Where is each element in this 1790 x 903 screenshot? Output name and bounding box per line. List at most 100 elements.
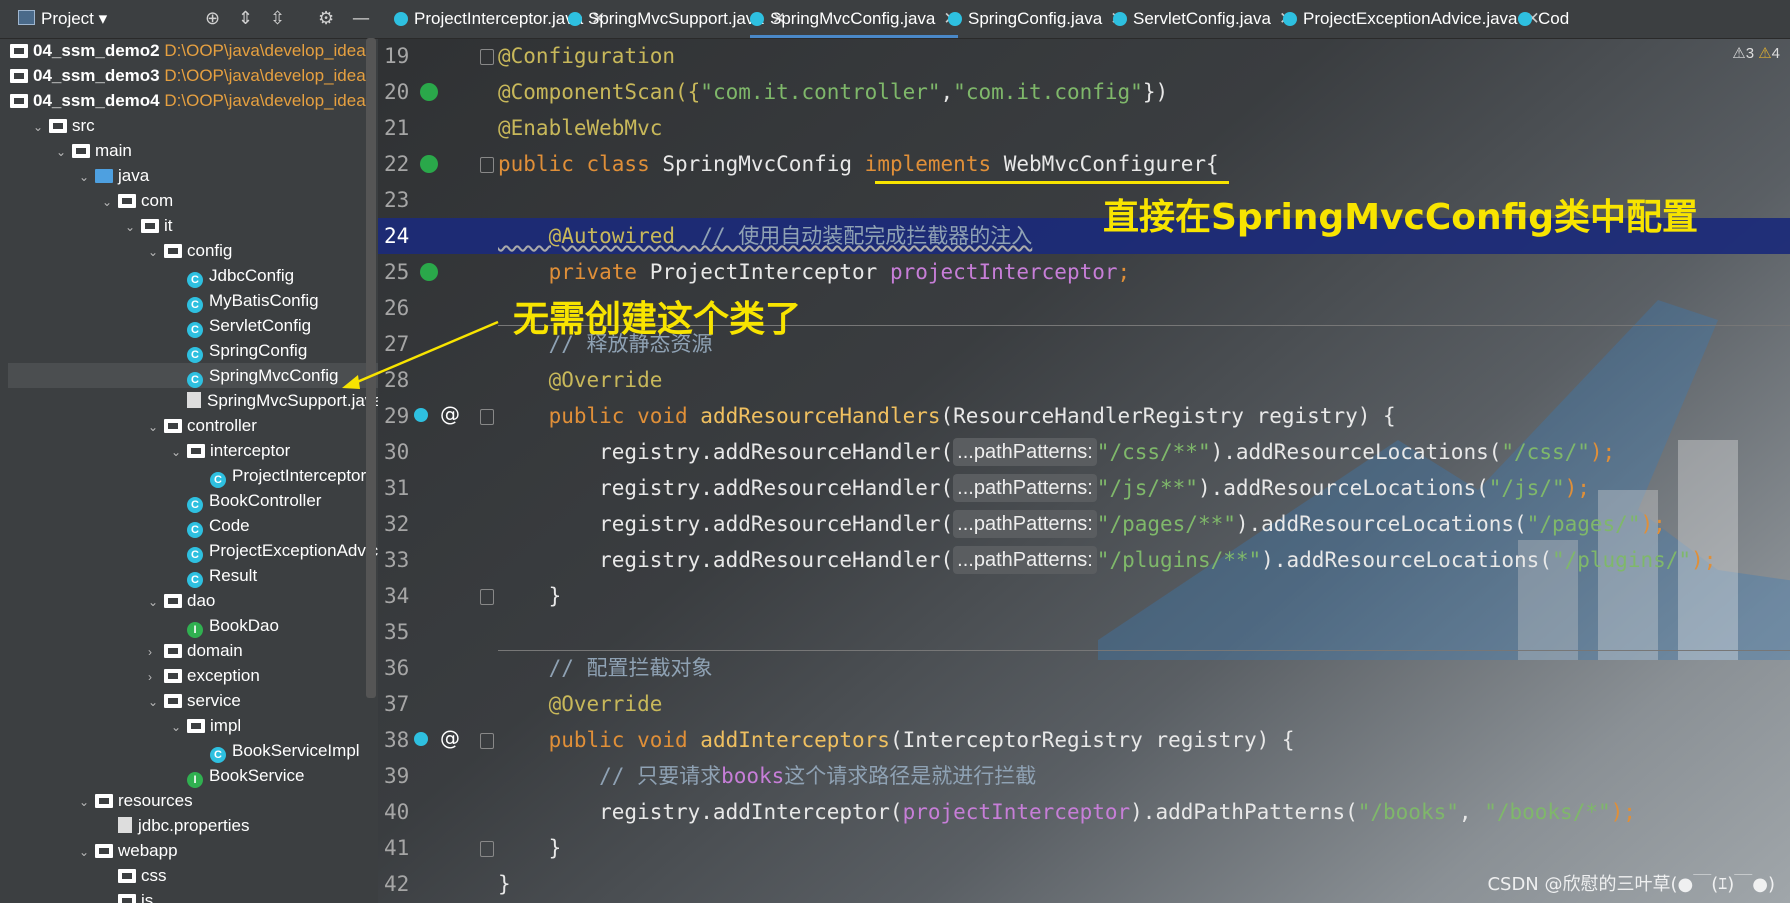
- tab-servletconfig-java[interactable]: ServletConfig.java✕: [1113, 0, 1293, 38]
- chevron-icon[interactable]: ⌄: [148, 415, 164, 440]
- chevron-icon[interactable]: ⌄: [56, 140, 72, 165]
- chevron-icon[interactable]: ⌄: [171, 440, 187, 465]
- fold-marker-icon[interactable]: [480, 589, 494, 605]
- code-editor[interactable]: ProjectInterceptor.java ✕ SpringMvcSupport…: [378, 0, 1790, 903]
- tree-item-controller[interactable]: ⌄ controller: [148, 413, 257, 438]
- tree-item-springmvcconfig[interactable]: C SpringMvcConfig: [8, 363, 378, 388]
- code-line-28[interactable]: @Override: [498, 362, 663, 398]
- tree-item-it[interactable]: ⌄ it: [125, 213, 173, 238]
- tree-item-bookcontroller[interactable]: C BookController: [171, 488, 321, 513]
- tree-item-impl[interactable]: ⌄ impl: [171, 713, 241, 738]
- tab-cod[interactable]: Cod: [1518, 0, 1569, 38]
- tree-item-04-ssm-demo4[interactable]: 04_ssm_demo4 D:\OOP\java\develop_idea: [10, 88, 366, 113]
- code-line-19[interactable]: @Configuration: [498, 38, 675, 74]
- tree-item-java[interactable]: ⌄ java: [79, 163, 149, 188]
- tree-item-src[interactable]: ⌄ src: [33, 113, 95, 138]
- chevron-icon[interactable]: ⌄: [171, 715, 187, 740]
- code-line-41[interactable]: }: [498, 830, 562, 866]
- tree-item-com[interactable]: ⌄ com: [102, 188, 173, 213]
- code-line-40[interactable]: registry.addInterceptor(projectIntercept…: [498, 794, 1636, 830]
- chevron-icon[interactable]: ⌄: [148, 240, 164, 265]
- chevron-icon[interactable]: ⌄: [79, 165, 95, 190]
- expand-all-icon[interactable]: ⇕: [238, 8, 253, 29]
- code-line-30[interactable]: registry.addResourceHandler(...pathPatte…: [498, 434, 1615, 470]
- tree-item-springconfig[interactable]: C SpringConfig: [171, 338, 307, 363]
- tree-item-main[interactable]: ⌄ main: [56, 138, 132, 163]
- collapse-all-icon[interactable]: ⇳: [270, 8, 285, 29]
- tree-item-code[interactable]: C Code: [171, 513, 250, 538]
- tree-item-exception[interactable]: › exception: [148, 663, 260, 688]
- chevron-icon[interactable]: ⌄: [148, 690, 164, 715]
- code-line-39[interactable]: // 只要请求books这个请求路径是就进行拦截: [498, 758, 1036, 794]
- override-icon[interactable]: [414, 408, 428, 422]
- code-line-42[interactable]: }: [498, 866, 511, 902]
- minimize-icon[interactable]: —: [352, 8, 370, 29]
- fold-marker-icon[interactable]: [480, 49, 494, 65]
- code-line-24[interactable]: @Autowired // 使用自动装配完成拦截器的注入: [498, 218, 1033, 254]
- tree-item-servletconfig[interactable]: C ServletConfig: [171, 313, 311, 338]
- chevron-icon[interactable]: ⌄: [125, 215, 141, 240]
- tree-item-label: SpringMvcSupport.java: [207, 391, 378, 410]
- tree-item-springmvcsupport-java[interactable]: SpringMvcSupport.java: [171, 388, 378, 413]
- code-line-21[interactable]: @EnableWebMvc: [498, 110, 662, 146]
- scrollbar[interactable]: [366, 38, 376, 698]
- annotation-icon[interactable]: @: [440, 726, 460, 750]
- code-line-37[interactable]: @Override: [498, 686, 663, 722]
- fold-marker-icon[interactable]: [480, 157, 494, 173]
- tab-springconfig-java[interactable]: SpringConfig.java✕: [948, 0, 1124, 38]
- tree-item-projectexceptionadvice[interactable]: C ProjectExceptionAdvice: [171, 538, 378, 563]
- tree-item-jdbcconfig[interactable]: C JdbcConfig: [171, 263, 294, 288]
- project-view-selector[interactable]: Project ▾: [18, 9, 107, 29]
- code-line-20[interactable]: @ComponentScan({"com.it.controller","com…: [498, 74, 1168, 110]
- tab-springmvcconfig-java[interactable]: SpringMvcConfig.java✕: [750, 0, 958, 38]
- chevron-icon[interactable]: ⌄: [79, 840, 95, 865]
- chevron-icon[interactable]: ›: [148, 665, 164, 690]
- annotation-icon[interactable]: @: [440, 402, 460, 426]
- code-line-38[interactable]: public void addInterceptors(InterceptorR…: [498, 722, 1295, 758]
- inspection-widget[interactable]: ⚠3 ⚠4: [1732, 44, 1780, 62]
- chevron-icon[interactable]: ⌄: [33, 115, 49, 140]
- code-line-32[interactable]: registry.addResourceHandler(...pathPatte…: [498, 506, 1666, 542]
- tree-item-bookservice[interactable]: I BookService: [171, 763, 304, 788]
- tree-item-projectinterceptor[interactable]: C ProjectInterceptor: [194, 463, 366, 488]
- code-line-25[interactable]: private ProjectInterceptor projectInterc…: [498, 254, 1131, 290]
- bean-icon[interactable]: [420, 263, 438, 281]
- chevron-icon[interactable]: ⌄: [148, 590, 164, 615]
- tree-item-domain[interactable]: › domain: [148, 638, 243, 663]
- class-icon: C: [210, 472, 226, 488]
- tree-item-config[interactable]: ⌄ config: [148, 238, 232, 263]
- override-icon[interactable]: [414, 732, 428, 746]
- chevron-icon[interactable]: ⌄: [102, 190, 118, 215]
- tree-item-interceptor[interactable]: ⌄ interceptor: [171, 438, 290, 463]
- tree-item-dao[interactable]: ⌄ dao: [148, 588, 215, 613]
- code-line-22[interactable]: public class SpringMvcConfig implements …: [498, 146, 1219, 182]
- code-line-36[interactable]: // 配置拦截对象: [498, 650, 713, 686]
- chevron-icon[interactable]: ⌄: [79, 790, 95, 815]
- tree-item-jdbc-properties[interactable]: jdbc.properties: [102, 813, 250, 838]
- tree-item-bookdao[interactable]: I BookDao: [171, 613, 279, 638]
- code-line-31[interactable]: registry.addResourceHandler(...pathPatte…: [498, 470, 1590, 506]
- tree-item-webapp[interactable]: ⌄ webapp: [79, 838, 178, 863]
- tree-item-css[interactable]: css: [102, 863, 167, 888]
- tab-projectexceptionadvice-java[interactable]: ProjectExceptionAdvice.java ✕: [1283, 0, 1540, 38]
- tree-item-bookserviceimpl[interactable]: C BookServiceImpl: [194, 738, 360, 763]
- tree-item-js[interactable]: js: [102, 888, 153, 903]
- code-line-29[interactable]: public void addResourceHandlers(Resource…: [498, 398, 1396, 434]
- fold-marker-icon[interactable]: [480, 733, 494, 749]
- chevron-icon[interactable]: ›: [148, 640, 164, 665]
- fold-marker-icon[interactable]: [480, 841, 494, 857]
- tree-item-service[interactable]: ⌄ service: [148, 688, 241, 713]
- tree-item-04-ssm-demo3[interactable]: 04_ssm_demo3 D:\OOP\java\develop_idea: [10, 63, 366, 88]
- bean-icon[interactable]: [420, 155, 438, 173]
- crosshair-icon[interactable]: ⊕: [205, 8, 220, 29]
- tree-item-label: Code: [209, 516, 250, 535]
- code-line-33[interactable]: registry.addResourceHandler(...pathPatte…: [498, 542, 1716, 578]
- gear-icon[interactable]: ⚙: [318, 8, 334, 29]
- tree-item-result[interactable]: C Result: [171, 563, 257, 588]
- tree-item-04-ssm-demo2[interactable]: 04_ssm_demo2 D:\OOP\java\develop_idea: [10, 38, 366, 63]
- tree-item-mybatisconfig[interactable]: C MyBatisConfig: [171, 288, 319, 313]
- bean-icon[interactable]: [420, 83, 438, 101]
- tree-item-resources[interactable]: ⌄ resources: [79, 788, 193, 813]
- code-line-34[interactable]: }: [498, 578, 562, 614]
- fold-marker-icon[interactable]: [480, 409, 494, 425]
